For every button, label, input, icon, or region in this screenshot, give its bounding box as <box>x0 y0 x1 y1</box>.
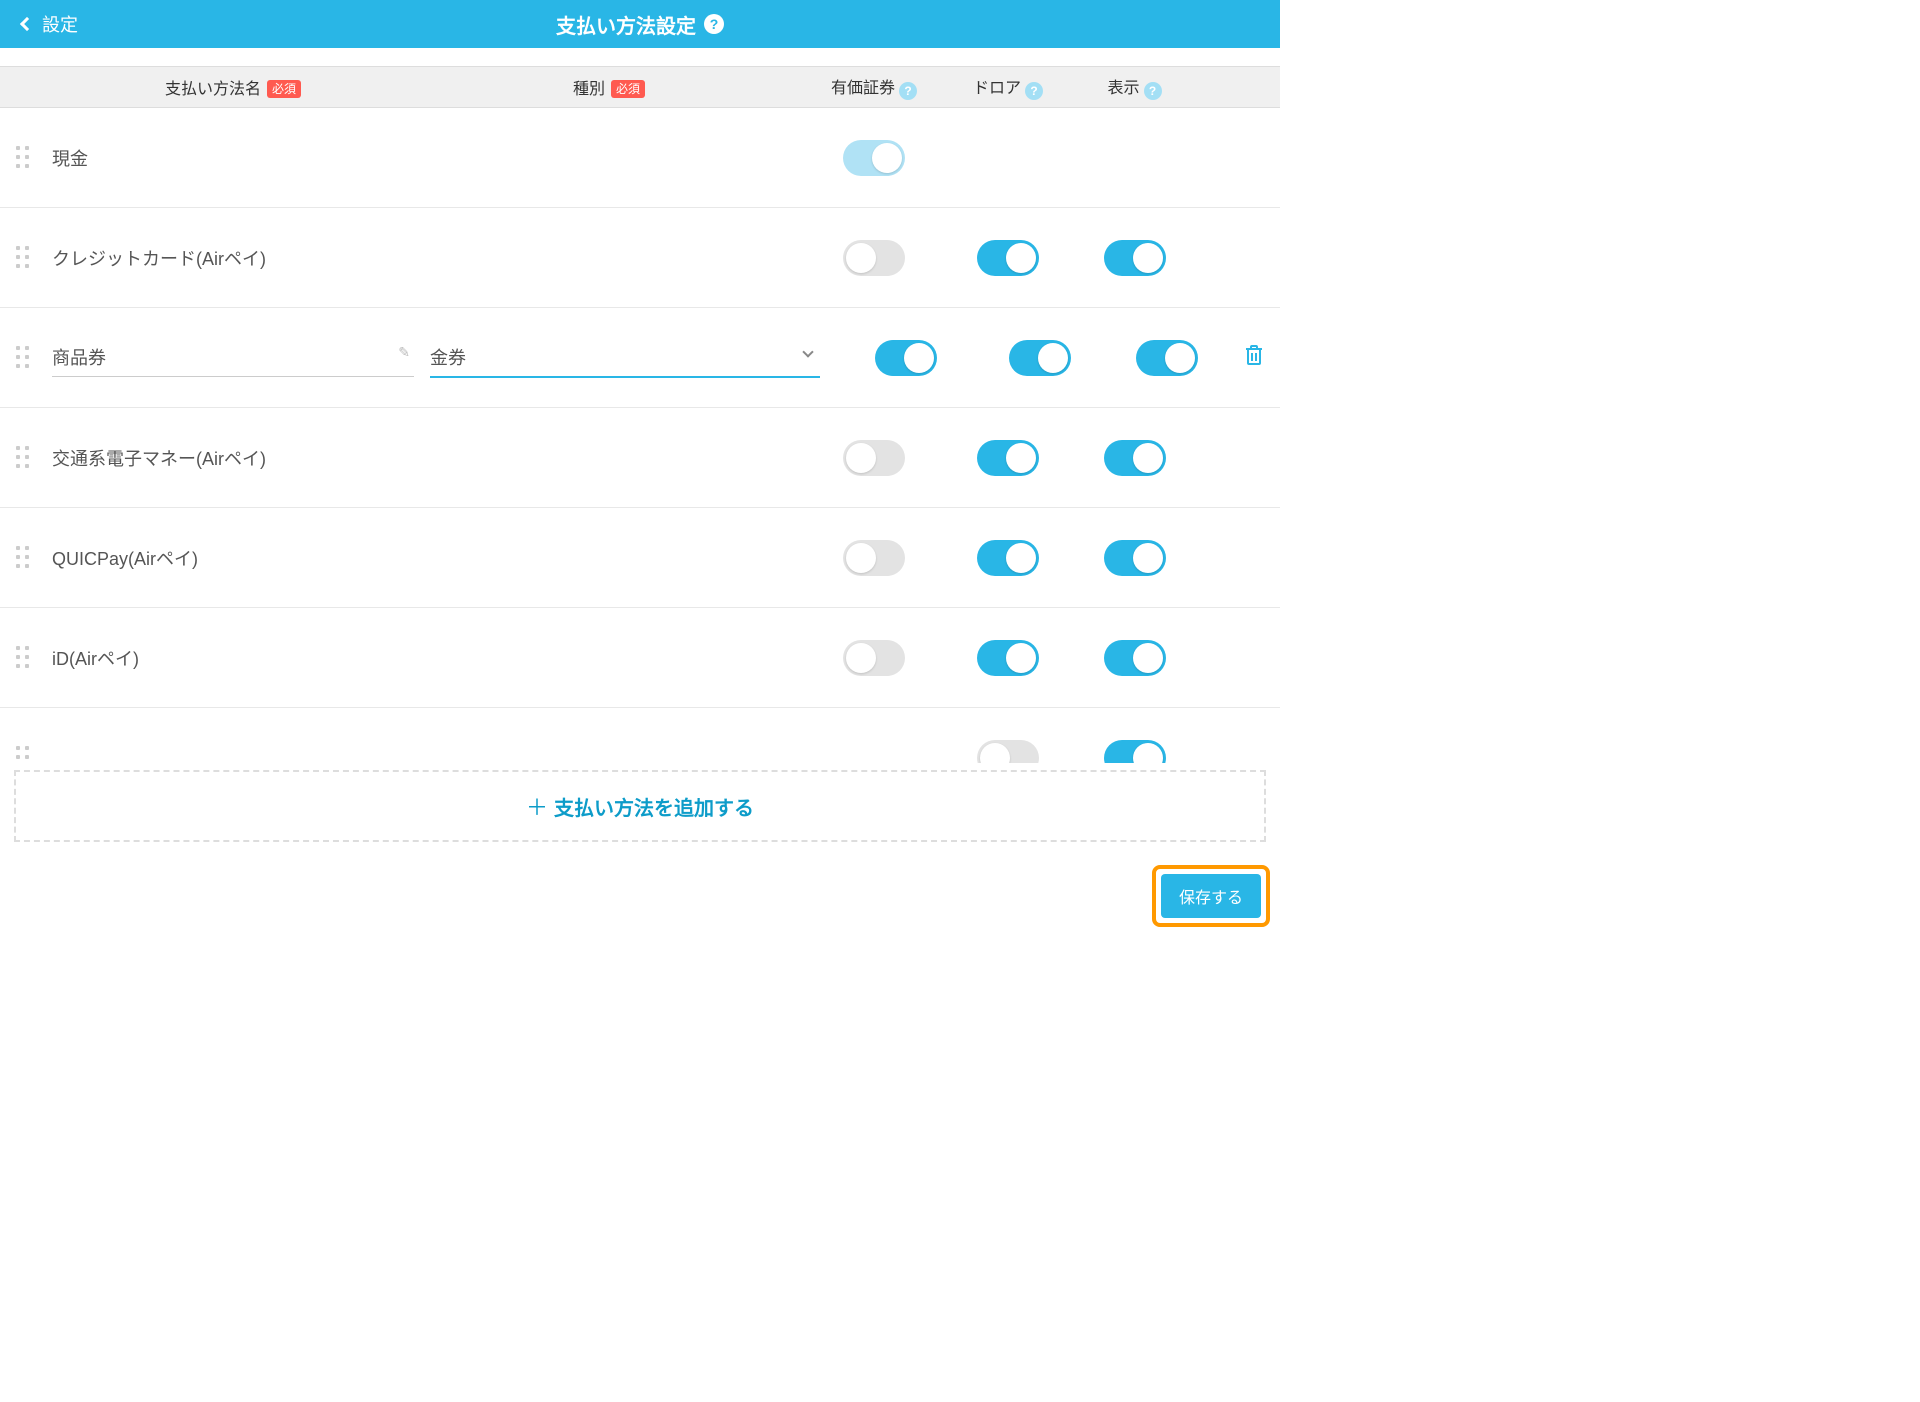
page-title: 支払い方法設定 ? <box>556 10 724 39</box>
trash-icon[interactable] <box>1244 344 1264 371</box>
drag-handle-icon[interactable] <box>14 246 52 269</box>
payment-name: 現金 <box>52 145 414 171</box>
drawer-toggle[interactable] <box>977 740 1039 764</box>
help-icon[interactable]: ? <box>899 82 917 100</box>
payment-row: iD(Airペイ) <box>0 608 1280 708</box>
col-securities: 有価証券? <box>804 74 944 100</box>
securities-toggle[interactable] <box>843 540 905 576</box>
payment-name: クレジットカード(Airペイ) <box>52 245 414 271</box>
add-payment-button[interactable]: ＋ 支払い方法を追加する <box>14 770 1266 842</box>
display-toggle[interactable] <box>1104 540 1166 576</box>
display-toggle[interactable] <box>1104 240 1166 276</box>
help-icon[interactable]: ? <box>1025 82 1043 100</box>
display-toggle[interactable] <box>1104 740 1166 764</box>
column-header: 支払い方法名必須 種別必須 有価証券? ドロア? 表示? <box>0 66 1280 108</box>
col-name: 支払い方法名必須 <box>14 75 414 99</box>
payment-name: iD(Airペイ) <box>52 645 414 671</box>
col-type: 種別必須 <box>414 75 804 99</box>
drawer-toggle[interactable] <box>977 640 1039 676</box>
display-toggle[interactable] <box>1104 440 1166 476</box>
drawer-toggle[interactable] <box>977 240 1039 276</box>
payment-row: QUICPay(Airペイ) <box>0 508 1280 608</box>
rows-container: 現金 クレジットカード(Airペイ) 商品券✎ 金券 <box>0 108 1280 763</box>
chevron-down-icon <box>802 346 813 357</box>
payment-row: 交通系電子マネー(Airペイ) <box>0 408 1280 508</box>
required-badge: 必須 <box>267 80 301 98</box>
pencil-icon: ✎ <box>398 344 410 361</box>
help-icon[interactable]: ? <box>704 14 724 34</box>
save-highlight: 保存する <box>1152 865 1270 927</box>
securities-toggle[interactable] <box>843 140 905 176</box>
drag-handle-icon[interactable] <box>14 346 52 369</box>
drawer-toggle[interactable] <box>977 440 1039 476</box>
required-badge: 必須 <box>611 80 645 98</box>
drawer-toggle[interactable] <box>1009 340 1071 376</box>
drawer-toggle[interactable] <box>977 540 1039 576</box>
securities-toggle[interactable] <box>843 440 905 476</box>
drag-handle-icon[interactable] <box>14 546 52 569</box>
payment-row: 現金 <box>0 108 1280 208</box>
save-button[interactable]: 保存する <box>1161 874 1261 918</box>
display-toggle[interactable] <box>1104 640 1166 676</box>
securities-toggle[interactable] <box>843 640 905 676</box>
payment-name: 交通系電子マネー(Airペイ) <box>52 445 414 471</box>
drag-handle-icon[interactable] <box>14 646 52 669</box>
drag-handle-icon[interactable] <box>14 446 52 469</box>
col-drawer: ドロア? <box>944 74 1072 100</box>
plus-icon: ＋ <box>526 790 548 822</box>
drag-handle-icon[interactable] <box>14 746 52 763</box>
securities-toggle[interactable] <box>875 340 937 376</box>
payment-row: クレジットカード(Airペイ) <box>0 208 1280 308</box>
drag-handle-icon[interactable] <box>14 146 52 169</box>
back-label: 設定 <box>42 11 78 37</box>
chevron-left-icon <box>20 17 34 31</box>
payment-row: 商品券✎ 金券 <box>0 308 1280 408</box>
payment-type-select[interactable]: 金券 <box>430 338 820 378</box>
header-bar: 設定 支払い方法設定 ? <box>0 0 1280 48</box>
help-icon[interactable]: ? <box>1144 82 1162 100</box>
back-button[interactable]: 設定 <box>0 11 78 37</box>
securities-toggle[interactable] <box>843 240 905 276</box>
payment-name-input[interactable]: 商品券✎ <box>52 338 414 377</box>
col-display: 表示? <box>1072 74 1197 100</box>
display-toggle[interactable] <box>1136 340 1198 376</box>
payment-row <box>0 708 1280 763</box>
payment-name: QUICPay(Airペイ) <box>52 545 414 571</box>
